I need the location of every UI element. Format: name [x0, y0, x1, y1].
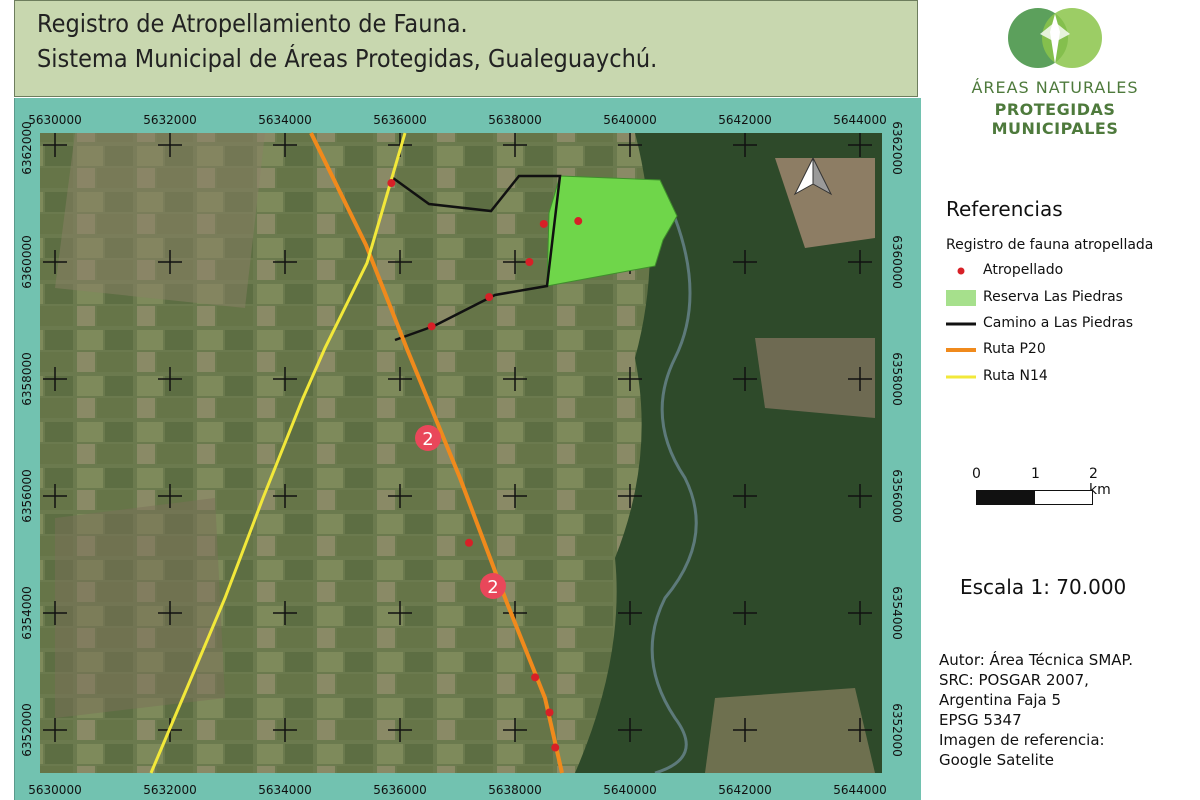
credit-line-src: SRC: POSGAR 2007, [939, 671, 1089, 689]
credit-line-image-source: Google Satelite [939, 751, 1054, 769]
scale-bar-label-1: 1 [1031, 466, 1040, 482]
legend-title: Referencias [946, 197, 1063, 221]
atropellado-point[interactable] [551, 743, 560, 752]
logo-text-line-1: ÁREAS NATURALES [971, 78, 1139, 97]
x-tick-label: 5634000 [258, 113, 311, 127]
credit-line-author: Autor: Área Técnica SMAP. [939, 651, 1134, 669]
y-tick-label-left: 6354000 [20, 586, 34, 639]
legend-item-ruta-p20: Ruta P20 [946, 339, 1186, 361]
x-tick-label: 5630000 [28, 783, 81, 797]
atropellado-point[interactable] [545, 708, 554, 717]
x-tick-label: 5630000 [28, 113, 81, 127]
legend-item-camino: Camino a Las Piedras [946, 313, 1186, 335]
route-shield-upper-label: 2 [422, 429, 433, 450]
y-tick-label-right: 6362000 [890, 121, 904, 174]
x-tick-label: 5632000 [143, 113, 196, 127]
map-frame: 2 2 5630000 5632000 5634000 5636000 5638000 5… [14, 98, 921, 800]
y-tick-label-right: 6358000 [890, 352, 904, 405]
x-axis-ticks-bottom: 5630000 5632000 5634000 5636000 5638000 56400… [28, 783, 886, 797]
legend-label-ruta-p20: Ruta P20 [983, 341, 1046, 357]
legend-label-reserva: Reserva Las Piedras [983, 289, 1123, 305]
x-tick-label: 5642000 [718, 783, 771, 797]
legend-label-camino: Camino a Las Piedras [983, 315, 1134, 331]
x-axis-ticks-top: 5630000 5632000 5634000 5636000 5638000 56400… [28, 113, 886, 127]
title-box: Registro de Atropellamiento de Fauna. Si… [14, 0, 918, 97]
x-tick-label: 5638000 [488, 113, 541, 127]
legend-item-ruta-n14: Ruta N14 [946, 366, 1186, 388]
atropellado-point[interactable] [427, 322, 436, 331]
route-shield-lower-label: 2 [487, 577, 498, 598]
x-tick-label: 5636000 [373, 113, 426, 127]
credit-line-epsg: EPSG 5347 [939, 711, 1022, 729]
legend-label-ruta-n14: Ruta N14 [983, 368, 1048, 384]
map-canvas[interactable]: 2 2 5630000 5632000 5634000 5636000 5638000 5… [15, 98, 922, 800]
atropellado-point[interactable] [465, 538, 473, 547]
x-tick-label: 5636000 [373, 783, 426, 797]
y-tick-label-left: 6358000 [20, 352, 34, 405]
atropellado-point[interactable] [525, 258, 534, 266]
y-tick-label-right: 6352000 [890, 703, 904, 756]
atropellado-point[interactable] [531, 673, 540, 682]
x-tick-label: 5640000 [603, 783, 656, 797]
atropellado-point[interactable] [387, 179, 396, 188]
point-symbol-icon [957, 267, 965, 275]
scale-bar: 0 1 2 km [968, 462, 1118, 512]
y-tick-label-left: 6352000 [20, 703, 34, 756]
logo-mark-icon [1008, 8, 1102, 68]
route-shield-lower[interactable]: 2 [480, 573, 506, 599]
atropellado-point[interactable] [539, 219, 548, 228]
logo: ÁREAS NATURALES PROTEGIDAS MUNICIPALES [930, 2, 1180, 138]
line-symbol-icon [946, 348, 976, 352]
legend-subtitle: Registro de fauna atropellada [946, 237, 1154, 253]
y-tick-label-left: 6362000 [20, 121, 34, 174]
credit-line-image-ref: Imagen de referencia: [939, 731, 1105, 749]
x-tick-label: 5642000 [718, 113, 771, 127]
line-symbol-icon [946, 322, 976, 326]
logo-text-line-2: PROTEGIDAS MUNICIPALES [991, 100, 1119, 138]
scale-bar-segments [976, 490, 1093, 505]
y-tick-label-left: 6360000 [20, 235, 34, 288]
credit-line-faja: Argentina Faja 5 [939, 691, 1062, 709]
route-shield-upper[interactable]: 2 [415, 425, 441, 451]
map-title-line-1: Registro de Atropellamiento de Fauna. [37, 9, 468, 38]
satellite-basemap [40, 133, 882, 773]
x-tick-label: 5632000 [143, 783, 196, 797]
atropellado-point[interactable] [574, 217, 583, 226]
line-symbol-icon [946, 375, 976, 379]
x-tick-label: 5640000 [603, 113, 656, 127]
y-axis-ticks-right: 6362000 6360000 6358000 6356000 6354000 63520… [890, 121, 904, 756]
legend-item-atropellado: Atropellado [946, 260, 1186, 282]
scale-ratio-text: Escala 1: 70.000 [960, 575, 1127, 599]
map-title-line-2: Sistema Municipal de Áreas Protegidas, G… [37, 44, 658, 73]
x-tick-label: 5644000 [833, 783, 886, 797]
y-axis-ticks-left: 6362000 6360000 6358000 6356000 6354000 63520… [20, 121, 34, 756]
legend-item-reserva: Reserva Las Piedras [946, 287, 1186, 309]
credits-block: Autor: Área Técnica SMAP. SRC: POSGAR 20… [939, 650, 1133, 770]
y-tick-label-left: 6356000 [20, 469, 34, 522]
y-tick-label-right: 6356000 [890, 469, 904, 522]
atropellado-point[interactable] [485, 293, 494, 302]
y-tick-label-right: 6360000 [890, 235, 904, 288]
scale-bar-label-0: 0 [972, 466, 981, 482]
x-tick-label: 5638000 [488, 783, 541, 797]
y-tick-label-right: 6354000 [890, 586, 904, 639]
x-tick-label: 5644000 [833, 113, 886, 127]
legend-label-atropellado: Atropellado [983, 262, 1064, 278]
x-tick-label: 5634000 [258, 783, 311, 797]
area-symbol-icon [946, 290, 976, 306]
